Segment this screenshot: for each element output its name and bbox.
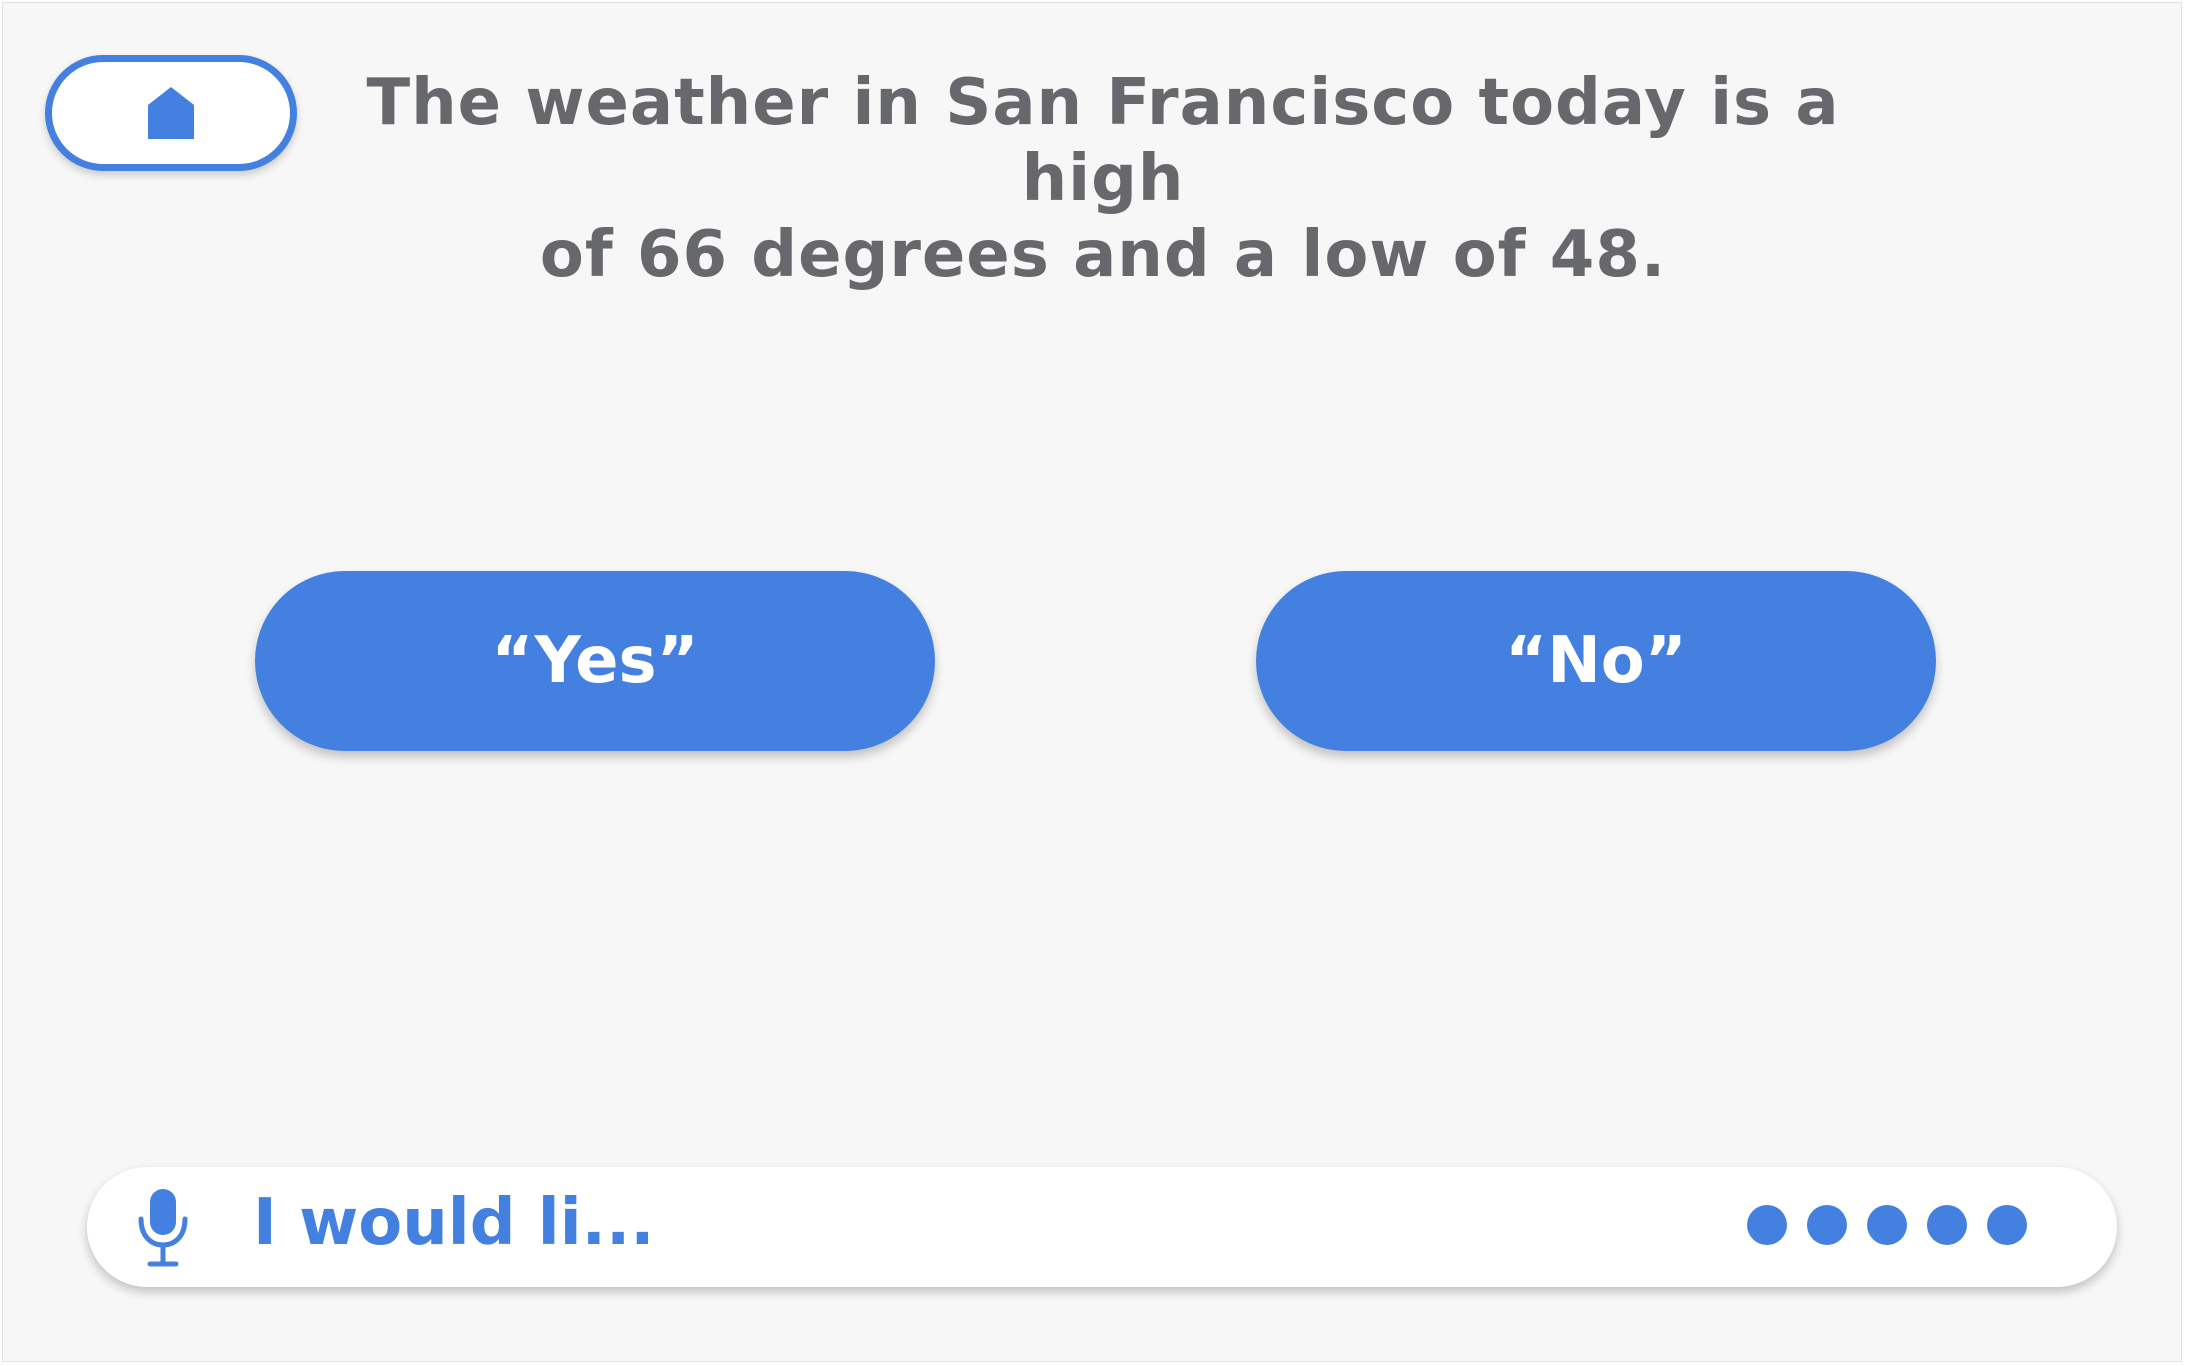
listening-dot	[1927, 1205, 1967, 1245]
listening-dots-indicator	[1747, 1205, 2027, 1245]
microphone-icon[interactable]	[137, 1189, 189, 1269]
listening-dot	[1807, 1205, 1847, 1245]
listening-dot	[1747, 1205, 1787, 1245]
home-icon	[148, 87, 194, 139]
assistant-response-line-1: The weather in San Francisco today is a …	[366, 66, 1840, 216]
no-suggestion-button[interactable]: “No”	[1256, 571, 1936, 751]
listening-dot	[1867, 1205, 1907, 1245]
listening-dot	[1987, 1205, 2027, 1245]
assistant-response: The weather in San Francisco today is a …	[333, 65, 1873, 293]
yes-label[interactable]: “Yes”	[255, 571, 935, 751]
assistant-response-line-2: of 66 degrees and a low of 48.	[539, 218, 1667, 292]
home-button[interactable]	[45, 55, 297, 171]
assistant-screen: The weather in San Francisco today is a …	[2, 2, 2182, 1362]
voice-input-bar[interactable]: I would li...	[87, 1167, 2117, 1287]
yes-suggestion-button[interactable]: “Yes”	[255, 571, 935, 751]
voice-transcript: I would li...	[253, 1186, 655, 1260]
no-label[interactable]: “No”	[1256, 571, 1936, 751]
